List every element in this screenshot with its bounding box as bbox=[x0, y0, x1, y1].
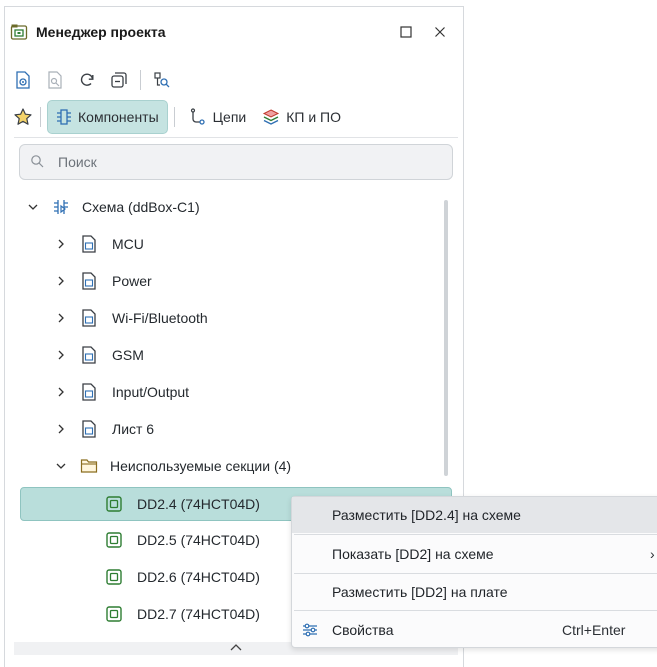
star-icon[interactable] bbox=[12, 106, 34, 128]
menu-item-show-on-schematic[interactable]: Показать [DD2] на схеме › bbox=[292, 536, 657, 572]
refresh-icon[interactable] bbox=[76, 69, 98, 91]
tab-pcb[interactable]: КП и ПО bbox=[254, 101, 349, 133]
tree-item-label: Неиспользуемые секции (4) bbox=[110, 458, 292, 474]
sheet-icon bbox=[80, 383, 98, 401]
menu-divider bbox=[294, 534, 657, 535]
menu-item-place-on-schematic[interactable]: Разместить [DD2.4] на схеме bbox=[292, 497, 657, 533]
properties-icon bbox=[302, 622, 318, 638]
chevron-right-icon[interactable] bbox=[54, 237, 68, 251]
chip-icon bbox=[105, 495, 123, 513]
close-icon[interactable] bbox=[428, 20, 452, 44]
tree-item-label: DD2.6 (74HCT04D) bbox=[137, 569, 260, 585]
tab-nets[interactable]: Цепи bbox=[181, 101, 255, 133]
tree-item-label: Wi-Fi/Bluetooth bbox=[112, 310, 208, 326]
sheet-icon bbox=[80, 420, 98, 438]
tree-item-unused-folder[interactable]: Неиспользуемые секции (4) bbox=[0, 450, 440, 482]
chevron-right-icon[interactable] bbox=[54, 385, 68, 399]
panel-header: Менеджер проекта bbox=[10, 20, 450, 44]
search-icon bbox=[30, 154, 46, 170]
chevron-right-icon[interactable] bbox=[54, 274, 68, 288]
open-document-icon[interactable] bbox=[12, 69, 34, 91]
toolbar bbox=[12, 68, 173, 92]
tree-item-sheet[interactable]: MCU bbox=[0, 228, 440, 260]
folder-icon bbox=[80, 457, 98, 475]
tab-components-label: Компоненты bbox=[78, 109, 159, 125]
chevron-up-icon[interactable] bbox=[229, 642, 243, 655]
menu-item-properties[interactable]: Свойства Ctrl+Enter bbox=[292, 612, 657, 648]
chip-icon bbox=[105, 605, 123, 623]
panel-title: Менеджер проекта bbox=[36, 24, 166, 40]
tab-nets-label: Цепи bbox=[212, 109, 247, 125]
collapse-all-icon[interactable] bbox=[108, 69, 130, 91]
find-in-tree-icon[interactable] bbox=[151, 69, 173, 91]
menu-item-label: Разместить [DD2.4] на схеме bbox=[332, 507, 521, 523]
tabs-underline bbox=[14, 137, 458, 138]
search-placeholder: Поиск bbox=[58, 154, 97, 170]
sheet-icon bbox=[80, 235, 98, 253]
menu-item-label: Свойства bbox=[332, 622, 394, 638]
tree-root-label: Схема (ddBox-C1) bbox=[82, 199, 200, 215]
chip-icon bbox=[105, 531, 123, 549]
schematic-icon bbox=[52, 198, 70, 216]
tree-root[interactable]: Схема (ddBox-C1) bbox=[0, 191, 440, 223]
tree-item-sheet[interactable]: Input/Output bbox=[0, 376, 440, 408]
chip-icon bbox=[105, 568, 123, 586]
tree-item-sheet[interactable]: Power bbox=[0, 265, 440, 297]
sheet-icon bbox=[80, 272, 98, 290]
tree-item-label: DD2.7 (74HCT04D) bbox=[137, 606, 260, 622]
net-icon bbox=[189, 108, 207, 126]
submenu-arrow-icon: › bbox=[650, 546, 655, 562]
view-tabs: Компоненты Цепи КП и ПО bbox=[12, 100, 349, 134]
menu-divider bbox=[294, 610, 657, 611]
chevron-right-icon[interactable] bbox=[54, 348, 68, 362]
tree-item-sheet[interactable]: Лист 6 bbox=[0, 413, 440, 445]
search-input[interactable]: Поиск bbox=[19, 144, 453, 180]
tree-item-label: Лист 6 bbox=[112, 421, 155, 437]
menu-item-shortcut: Ctrl+Enter bbox=[562, 622, 626, 638]
project-manager-icon bbox=[10, 23, 28, 41]
chevron-right-icon[interactable] bbox=[54, 311, 68, 325]
find-disabled-icon[interactable] bbox=[44, 69, 66, 91]
tree-item-label: DD2.4 (74HCT04D) bbox=[137, 496, 260, 512]
sheet-icon bbox=[80, 346, 98, 364]
tabs-divider bbox=[40, 107, 41, 127]
maximize-icon[interactable] bbox=[394, 20, 418, 44]
tree-item-label: Power bbox=[112, 273, 152, 289]
chevron-down-icon[interactable] bbox=[54, 459, 68, 473]
tree-item-label: MCU bbox=[112, 236, 144, 252]
menu-item-label: Показать [DD2] на схеме bbox=[332, 546, 494, 562]
tree-scrollbar[interactable] bbox=[444, 200, 448, 476]
tab-components[interactable]: Компоненты bbox=[47, 100, 168, 134]
chevron-right-icon[interactable] bbox=[54, 422, 68, 436]
tree-item-sheet[interactable]: Wi-Fi/Bluetooth bbox=[0, 302, 440, 334]
tabs-divider bbox=[173, 107, 175, 127]
layers-icon bbox=[262, 108, 280, 126]
tree-item-label: GSM bbox=[112, 347, 144, 363]
tab-pcb-label: КП и ПО bbox=[286, 109, 341, 125]
tree-item-label: DD2.5 (74HCT04D) bbox=[137, 532, 260, 548]
menu-item-place-on-board[interactable]: Разместить [DD2] на плате bbox=[292, 574, 657, 610]
tree-item-label: Input/Output bbox=[112, 384, 190, 400]
toolbar-divider bbox=[140, 70, 141, 90]
chevron-down-icon[interactable] bbox=[26, 200, 40, 214]
sheet-icon bbox=[80, 309, 98, 327]
menu-item-label: Разместить [DD2] на плате bbox=[332, 584, 508, 600]
component-icon bbox=[56, 108, 72, 126]
context-menu: Разместить [DD2.4] на схеме Показать [DD… bbox=[291, 496, 657, 648]
tree-item-sheet[interactable]: GSM bbox=[0, 339, 440, 371]
